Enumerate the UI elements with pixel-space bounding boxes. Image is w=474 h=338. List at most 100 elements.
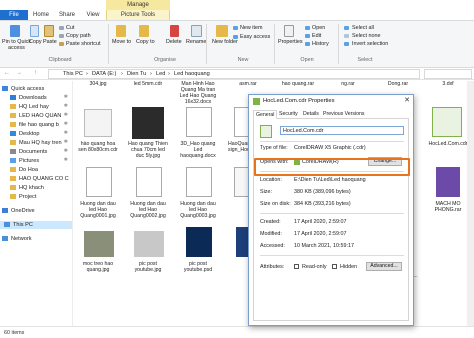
cut-button[interactable]: Cut <box>66 25 74 31</box>
sidebar-item-file-hao-quang-b[interactable]: file hao quang b <box>10 121 59 129</box>
dialog-title-bar[interactable]: HocLed.Com.cdr Properties ✕ <box>249 95 413 107</box>
tab-details[interactable]: Details <box>301 110 321 119</box>
easy-access-icon <box>233 35 238 39</box>
sidebar-item-documents[interactable]: Documents <box>10 148 47 156</box>
vertical-scrollbar[interactable] <box>467 81 474 326</box>
delete-icon[interactable] <box>170 25 179 37</box>
sidebar-item-pictures[interactable]: Pictures <box>10 157 39 165</box>
coreldraw-file-icon[interactable] <box>432 107 462 137</box>
thumbnail-document[interactable] <box>186 107 212 137</box>
tab-home[interactable]: Home <box>30 10 52 20</box>
properties-button[interactable]: Properties <box>278 39 303 45</box>
sidebar-item-onedrive[interactable]: OneDrive <box>2 207 35 215</box>
sidebar-item-label: Documents <box>19 149 48 155</box>
easy-access-button[interactable]: Easy access <box>240 34 270 40</box>
file-name: Led Hao Quang 16x32.docx <box>179 93 217 105</box>
copy-path-icon <box>59 34 64 38</box>
thumbnail-image[interactable] <box>86 167 112 197</box>
close-icon[interactable]: ✕ <box>404 96 410 104</box>
new-item-button[interactable]: New item <box>240 25 262 31</box>
tab-view[interactable]: View <box>82 10 104 20</box>
file-name: HocLed.Com.cdr <box>428 141 468 147</box>
address-bar[interactable]: This PC › DATA (E:) › Dien Tu › Led › Le… <box>48 69 420 79</box>
rename-button[interactable]: Rename <box>186 39 206 45</box>
delete-button[interactable]: Delete <box>166 39 182 45</box>
pin-icon: ✱ <box>63 112 68 118</box>
thumbnail-image[interactable] <box>132 107 164 139</box>
tab-share[interactable]: Share <box>54 10 80 20</box>
forward-button[interactable]: → <box>16 70 22 76</box>
ribbon-tab-row: Manage File Home Share View Picture Tool… <box>0 0 474 20</box>
folder-icon <box>4 222 10 227</box>
select-none-button[interactable]: Select none <box>352 33 380 39</box>
thumbnail-image[interactable] <box>84 231 114 257</box>
history-button[interactable]: History <box>312 41 329 47</box>
paste-shortcut-button[interactable]: Paste shortcut <box>66 41 100 47</box>
file-name-field[interactable]: HocLed.Com.cdr <box>280 126 404 135</box>
pin-icon[interactable] <box>10 25 20 37</box>
tab-previous-versions[interactable]: Previous Versions <box>321 110 367 119</box>
paste-button[interactable]: Paste <box>43 39 57 45</box>
search-input[interactable] <box>424 69 472 79</box>
copy-to-button[interactable]: Copy to <box>136 39 155 45</box>
paste-icon[interactable] <box>44 25 54 37</box>
thumbnail-image[interactable] <box>134 231 164 257</box>
sidebar-item-label: HQ Led hay <box>19 104 49 110</box>
new-folder-button[interactable]: New folder <box>212 39 238 45</box>
folder-icon <box>10 158 16 163</box>
pin-icon: ✱ <box>63 157 68 163</box>
sidebar-item-network[interactable]: Network <box>2 235 32 243</box>
select-all-button[interactable]: Select all <box>352 25 374 31</box>
breadcrumb-separator: › <box>168 71 170 77</box>
sidebar-item-led-hao-quan[interactable]: LED HAO QUAN <box>10 112 61 120</box>
breadcrumb-led[interactable]: Led <box>156 71 165 77</box>
photoshop-file-icon[interactable] <box>186 227 212 257</box>
breadcrumb-dien-tu[interactable]: Dien Tu <box>127 71 146 77</box>
sidebar-item-project[interactable]: Project <box>10 193 36 201</box>
file-name: 304.jpg <box>89 81 107 87</box>
move-to-icon[interactable] <box>116 25 126 37</box>
thumbnail-image[interactable] <box>136 167 162 197</box>
tab-file[interactable]: File <box>0 10 28 20</box>
up-button[interactable]: ↑ <box>34 70 37 76</box>
sidebar-item-hq-khach[interactable]: HQ khach <box>10 184 44 192</box>
thumbnail-image[interactable] <box>186 167 212 197</box>
rename-icon[interactable] <box>191 25 202 37</box>
properties-icon[interactable] <box>284 25 294 37</box>
ribbon-separator <box>338 24 339 64</box>
hidden-checkbox[interactable] <box>332 264 337 269</box>
tab-general[interactable]: General <box>253 110 278 119</box>
new-folder-icon[interactable] <box>216 25 228 37</box>
copy-button[interactable]: Copy <box>29 39 42 45</box>
size-on-disk-label: Size on disk: <box>260 201 291 207</box>
sidebar-item-hq-led-hay[interactable]: HQ Led hay <box>10 103 49 111</box>
invert-selection-button[interactable]: Invert selection <box>352 41 388 47</box>
move-to-button[interactable]: Move to <box>112 39 131 45</box>
sidebar-item-desktop[interactable]: Desktop <box>10 130 40 138</box>
sidebar-item-this-pc[interactable]: This PC <box>0 221 72 229</box>
back-button[interactable]: ← <box>4 70 10 76</box>
tab-picture-tools[interactable]: Picture Tools <box>106 10 170 20</box>
rar-archive-icon[interactable] <box>436 167 460 197</box>
sidebar-item-label: Project <box>19 194 37 200</box>
breadcrumb-data-drive[interactable]: DATA (E:) <box>92 71 116 77</box>
copy-icon[interactable] <box>30 25 39 37</box>
file-name: Huong dan dau led Hao Quang0001.jpg <box>80 201 116 219</box>
sidebar-item-do-hoa[interactable]: Do Hoa <box>10 166 38 174</box>
advanced-button[interactable]: Advanced... <box>366 262 402 271</box>
edit-button[interactable]: Edit <box>312 33 321 39</box>
read-only-checkbox[interactable] <box>294 264 299 269</box>
breadcrumb-led-haoquang[interactable]: Led haoquang <box>174 71 210 77</box>
sidebar-item-hao-quang-co-c[interactable]: HAO QUANG CO C <box>10 175 69 183</box>
pin-icon: ✱ <box>63 139 68 145</box>
sidebar-item-mau-hq-hay-tren[interactable]: Mau HQ hay tren <box>10 139 62 147</box>
copy-to-icon[interactable] <box>139 25 149 37</box>
sidebar-item-quick-access[interactable]: Quick access <box>2 85 44 93</box>
copy-path-button[interactable]: Copy path <box>66 33 91 39</box>
open-button[interactable]: Open <box>312 25 325 31</box>
location-value: E:\Dien Tu\Led\Led haoquang <box>294 177 366 183</box>
sidebar-item-downloads[interactable]: Downloads <box>10 94 47 102</box>
tab-security[interactable]: Security <box>277 110 300 119</box>
breadcrumb-this-pc[interactable]: This PC <box>63 71 83 77</box>
thumbnail-image[interactable] <box>84 109 112 137</box>
